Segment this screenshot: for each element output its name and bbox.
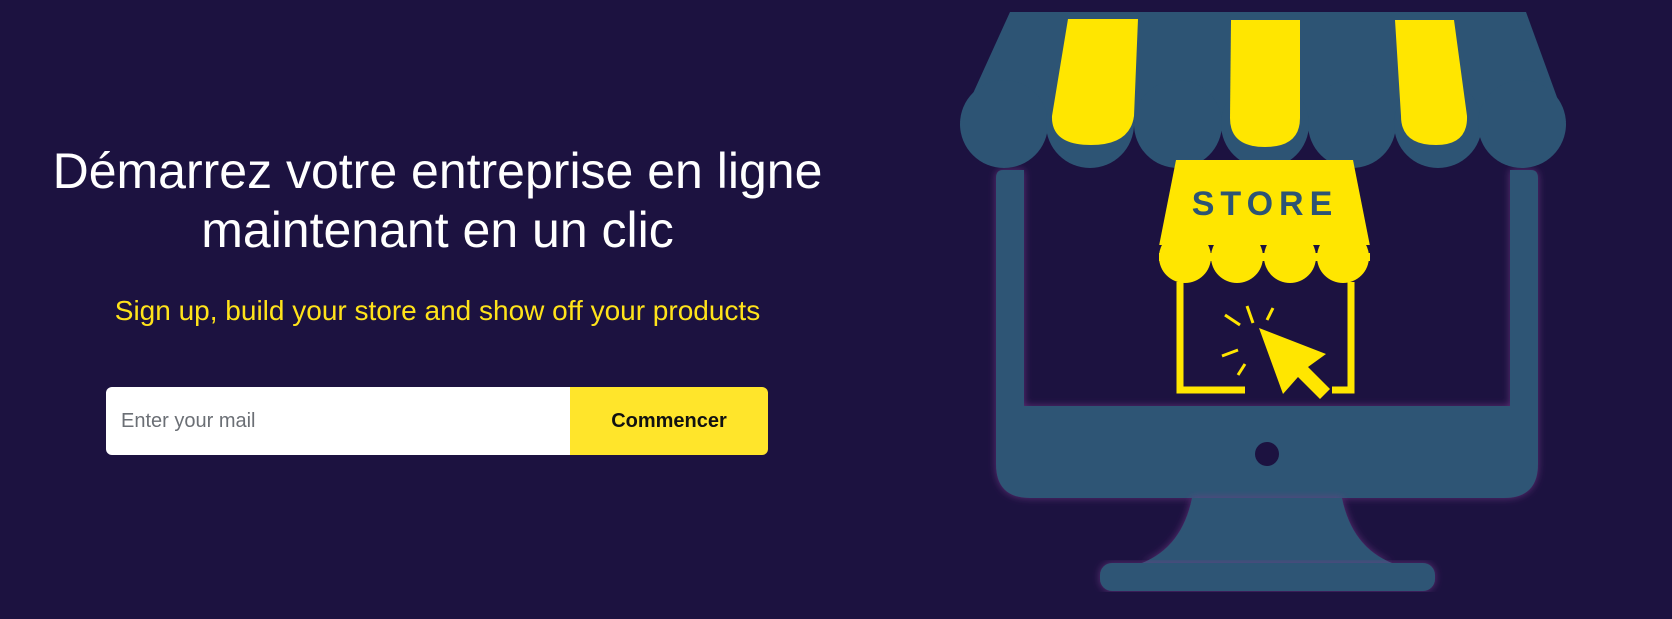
- hero-copy: Démarrez votre entreprise en ligne maint…: [0, 142, 875, 328]
- start-button[interactable]: Commencer: [570, 387, 768, 455]
- store-sign-icon: STORE: [1156, 160, 1374, 394]
- hero-subheadline: Sign up, build your store and show off y…: [114, 295, 761, 326]
- signup-form: Commencer: [106, 387, 768, 455]
- awning-icon: [960, 12, 1566, 168]
- hero-section: Démarrez votre entreprise en ligne maint…: [0, 0, 1672, 619]
- hero-headline: Démarrez votre entreprise en ligne maint…: [52, 143, 823, 258]
- online-store-illustration: STORE: [960, 12, 1566, 591]
- cursor-click-icon: [1221, 305, 1330, 399]
- email-input[interactable]: [106, 387, 570, 455]
- store-sign-text: STORE: [1192, 185, 1339, 223]
